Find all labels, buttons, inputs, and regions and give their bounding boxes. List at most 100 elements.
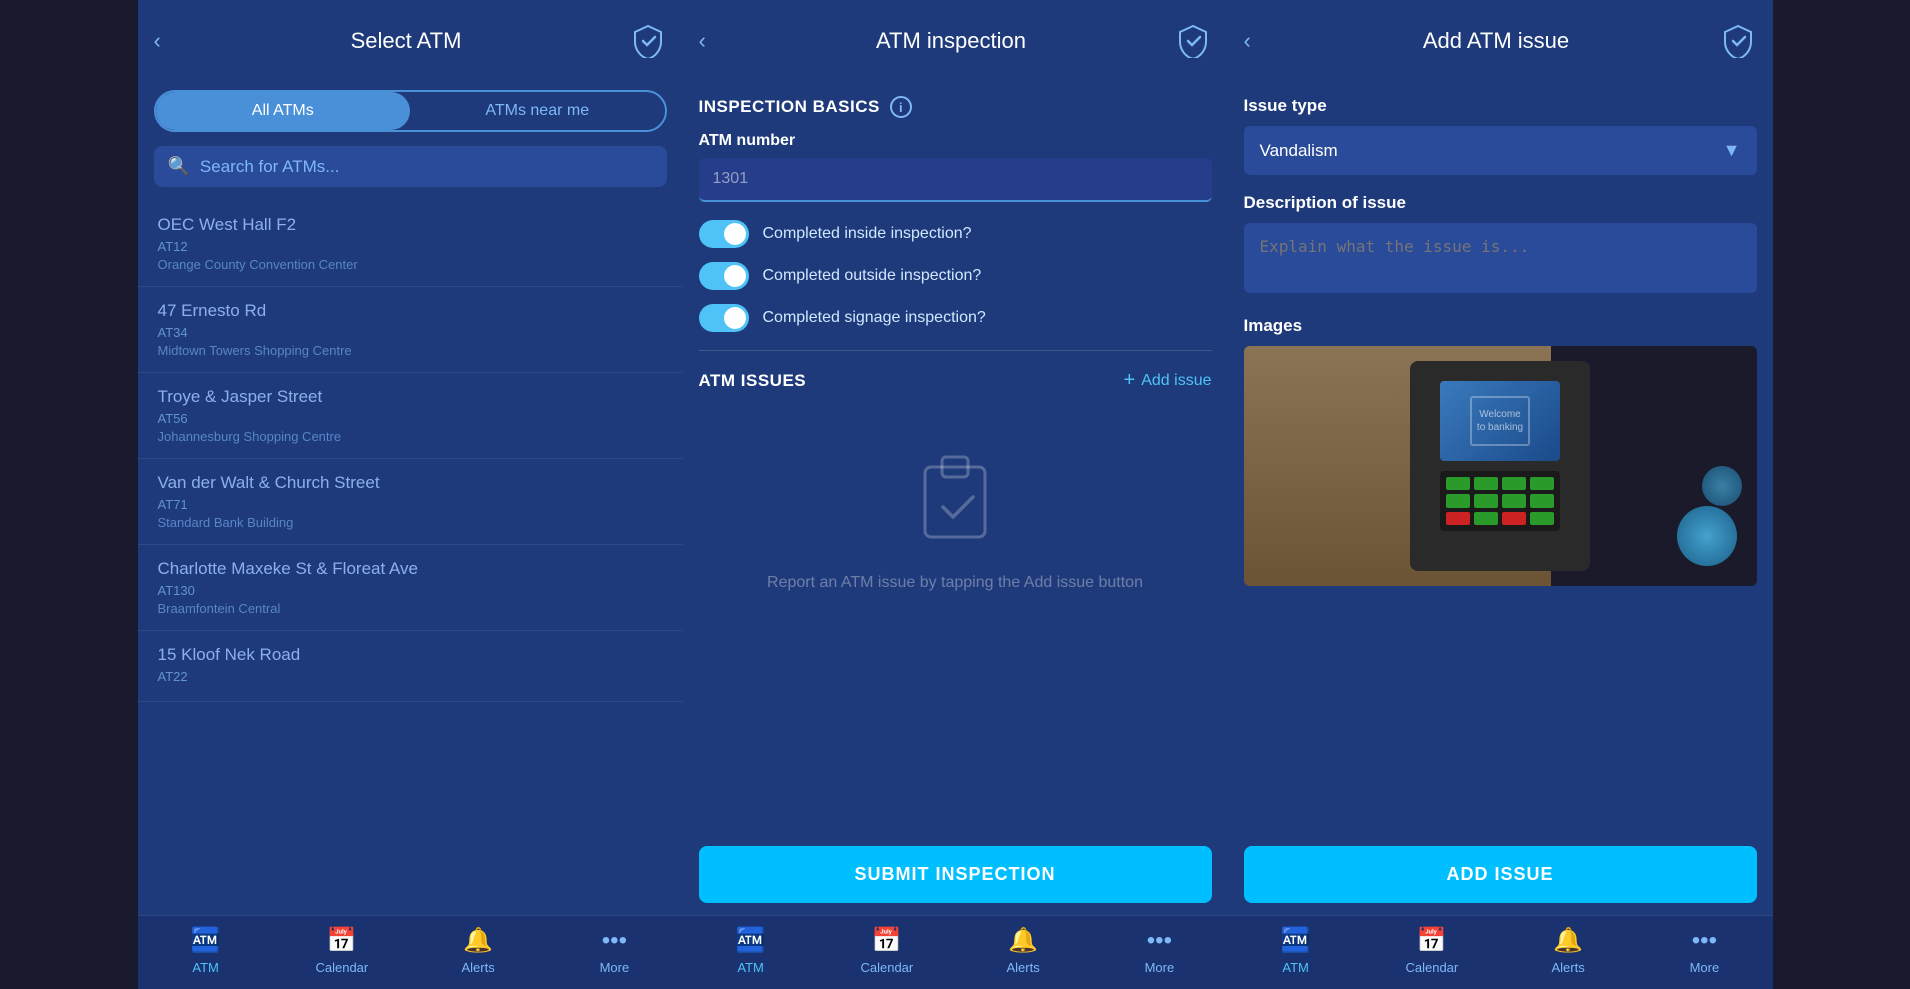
atm-code: AT130	[158, 583, 663, 598]
header-add-issue: ‹ Add ATM issue	[1228, 0, 1773, 80]
list-item[interactable]: Van der Walt & Church Street AT71 Standa…	[138, 459, 683, 545]
list-item[interactable]: Charlotte Maxeke St & Floreat Ave AT130 …	[138, 545, 683, 631]
atm-nav-icon: 🏧	[191, 926, 221, 955]
atm-code: AT56	[158, 411, 663, 426]
nav-item-alerts[interactable]: 🔔 Alerts	[438, 926, 518, 975]
nav-item-alerts[interactable]: 🔔 Alerts	[983, 926, 1063, 975]
toggle-signage-label: Completed signage inspection?	[763, 309, 986, 327]
atm-location: Orange County Convention Center	[158, 257, 663, 272]
atm-number-input[interactable]: 1301	[699, 158, 1212, 202]
empty-state-text: Report an ATM issue by tapping the Add i…	[767, 571, 1143, 595]
atm-body: Welcometo banking	[1410, 361, 1590, 571]
description-input[interactable]	[1244, 223, 1757, 293]
atm-name: 15 Kloof Nek Road	[158, 645, 663, 665]
add-issue-button[interactable]: ADD ISSUE	[1244, 846, 1757, 903]
nav-item-atm[interactable]: 🏧 ATM	[711, 926, 791, 975]
atm-number-label: ATM number	[699, 132, 1212, 150]
back-button[interactable]: ‹	[154, 28, 184, 54]
toggle-inside-label: Completed inside inspection?	[763, 225, 972, 243]
bell-nav-icon: 🔔	[1553, 926, 1583, 955]
nav-item-atm[interactable]: 🏧 ATM	[1256, 926, 1336, 975]
tab-all-atms[interactable]: All ATMs	[156, 92, 411, 130]
toggle-outside: Completed outside inspection?	[699, 262, 1212, 290]
atm-code: AT71	[158, 497, 663, 512]
atm-location: Johannesburg Shopping Centre	[158, 429, 663, 444]
atm-code: AT22	[158, 669, 663, 684]
screen-select-atm: ‹ Select ATM All ATMs ATMs near me 🔍 Sea…	[138, 0, 683, 989]
add-issue-button[interactable]: + Add issue	[1124, 369, 1212, 392]
screen-title: Add ATM issue	[1274, 28, 1719, 54]
nav-item-alerts[interactable]: 🔔 Alerts	[1528, 926, 1608, 975]
inspection-content: INSPECTION BASICS i ATM number 1301 Comp…	[683, 80, 1228, 834]
nav-item-calendar[interactable]: 📅 Calendar	[847, 926, 927, 975]
nav-label-atm: ATM	[1282, 960, 1308, 975]
description-label: Description of issue	[1244, 193, 1757, 213]
issues-header: ATM ISSUES + Add issue	[699, 369, 1212, 392]
header-inspection: ‹ ATM inspection	[683, 0, 1228, 80]
nav-label-alerts: Alerts	[462, 960, 495, 975]
more-nav-icon: •••	[602, 927, 627, 955]
chevron-down-icon: ▼	[1723, 140, 1741, 161]
calendar-nav-icon: 📅	[327, 926, 357, 955]
toggle-inside-switch[interactable]	[699, 220, 749, 248]
atm-list: OEC West Hall F2 AT12 Orange County Conv…	[138, 197, 683, 915]
issue-type-dropdown[interactable]: Vandalism ▼	[1244, 126, 1757, 175]
atm-filter-toggle: All ATMs ATMs near me	[154, 90, 667, 132]
atm-location: Standard Bank Building	[158, 515, 663, 530]
list-item[interactable]: 47 Ernesto Rd AT34 Midtown Towers Shoppi…	[138, 287, 683, 373]
back-button[interactable]: ‹	[699, 28, 729, 54]
atm-location: Braamfontein Central	[158, 601, 663, 616]
atm-code: AT12	[158, 239, 663, 254]
add-issue-label: Add issue	[1141, 372, 1211, 390]
shield-icon	[1719, 22, 1757, 60]
info-icon[interactable]: i	[890, 96, 912, 118]
more-nav-icon: •••	[1147, 927, 1172, 955]
add-issue-content: Issue type Vandalism ▼ Description of is…	[1228, 80, 1773, 834]
calendar-nav-icon: 📅	[872, 926, 902, 955]
nav-label-atm: ATM	[737, 960, 763, 975]
nav-item-calendar[interactable]: 📅 Calendar	[302, 926, 382, 975]
atm-name: Van der Walt & Church Street	[158, 473, 663, 493]
list-item[interactable]: Troye & Jasper Street AT56 Johannesburg …	[138, 373, 683, 459]
bell-nav-icon: 🔔	[463, 926, 493, 955]
atm-name: OEC West Hall F2	[158, 215, 663, 235]
toggle-signage-switch[interactable]	[699, 304, 749, 332]
screen-add-issue: ‹ Add ATM issue Issue type Vandalism ▼ D…	[1228, 0, 1773, 989]
atm-keypad	[1440, 471, 1560, 531]
search-icon: 🔍	[168, 156, 190, 177]
search-placeholder-text: Search for ATMs...	[200, 157, 340, 177]
nav-item-atm[interactable]: 🏧 ATM	[166, 926, 246, 975]
nav-label-alerts: Alerts	[1007, 960, 1040, 975]
list-item[interactable]: 15 Kloof Nek Road AT22	[138, 631, 683, 702]
divider	[699, 350, 1212, 351]
nav-label-calendar: Calendar	[860, 960, 913, 975]
list-item[interactable]: OEC West Hall F2 AT12 Orange County Conv…	[138, 201, 683, 287]
toggle-inside: Completed inside inspection?	[699, 220, 1212, 248]
nav-item-calendar[interactable]: 📅 Calendar	[1392, 926, 1472, 975]
nav-label-more: More	[1145, 960, 1175, 975]
search-bar[interactable]: 🔍 Search for ATMs...	[154, 146, 667, 187]
tab-atms-near-me[interactable]: ATMs near me	[410, 92, 665, 130]
bottom-nav: 🏧 ATM 📅 Calendar 🔔 Alerts ••• More	[1228, 915, 1773, 989]
nav-label-calendar: Calendar	[1405, 960, 1458, 975]
nav-item-more[interactable]: ••• More	[1119, 927, 1199, 975]
shield-icon	[629, 22, 667, 60]
tab-container: All ATMs ATMs near me	[138, 80, 683, 146]
issue-type-value: Vandalism	[1260, 141, 1338, 161]
atm-name: Charlotte Maxeke St & Floreat Ave	[158, 559, 663, 579]
bell-nav-icon: 🔔	[1008, 926, 1038, 955]
atm-nav-icon: 🏧	[1281, 926, 1311, 955]
screen-title: Select ATM	[184, 28, 629, 54]
nav-label-calendar: Calendar	[315, 960, 368, 975]
toggle-signage: Completed signage inspection?	[699, 304, 1212, 332]
bottom-nav: 🏧 ATM 📅 Calendar 🔔 Alerts ••• More	[138, 915, 683, 989]
toggle-outside-switch[interactable]	[699, 262, 749, 290]
atm-location: Midtown Towers Shopping Centre	[158, 343, 663, 358]
issues-title: ATM ISSUES	[699, 371, 807, 391]
images-label: Images	[1244, 316, 1757, 336]
nav-item-more[interactable]: ••• More	[574, 927, 654, 975]
back-button[interactable]: ‹	[1244, 28, 1274, 54]
nav-item-more[interactable]: ••• More	[1664, 927, 1744, 975]
atm-nav-icon: 🏧	[736, 926, 766, 955]
submit-inspection-button[interactable]: SUBMIT INSPECTION	[699, 846, 1212, 903]
